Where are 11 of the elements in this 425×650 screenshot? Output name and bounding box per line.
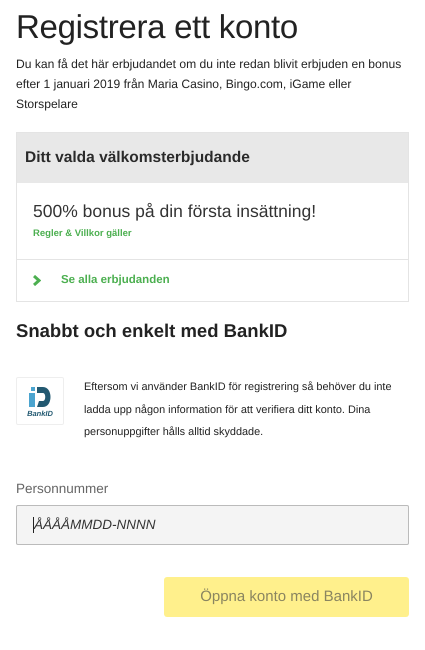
- offer-text: 500% bonus på din första insättning!: [33, 201, 316, 222]
- terms-link[interactable]: Regler & Villkor gäller: [33, 228, 132, 239]
- all-offers-link[interactable]: Se alla erbjudanden: [61, 274, 170, 286]
- field-label: Personnummer: [16, 480, 110, 496]
- section-heading: Snabbt och enkelt med BankID: [16, 320, 288, 342]
- chevron-icon: [33, 274, 41, 286]
- page-title: Registrera ett konto: [16, 8, 299, 46]
- intro-text: Du kan få det här erbjudandet om du inte redan blivit erbjuden en bonus efter 1 januari 2019 från Maria Casino, Bingo.com, iGame eller Storspelare: [16, 56, 402, 113]
- card-header: Ditt valda välkomsterbjudande: [17, 133, 408, 183]
- bankid-info-text: Eftersom vi använder BankID för registrering så behöver du inte ladda upp någon information för att verifiera ditt konto. Dina personuppgifter hålls alltid skyddade.: [84, 380, 393, 440]
- personnummer-field[interactable]: ÅÅÅÅMMDD-NNNN: [16, 504, 409, 544]
